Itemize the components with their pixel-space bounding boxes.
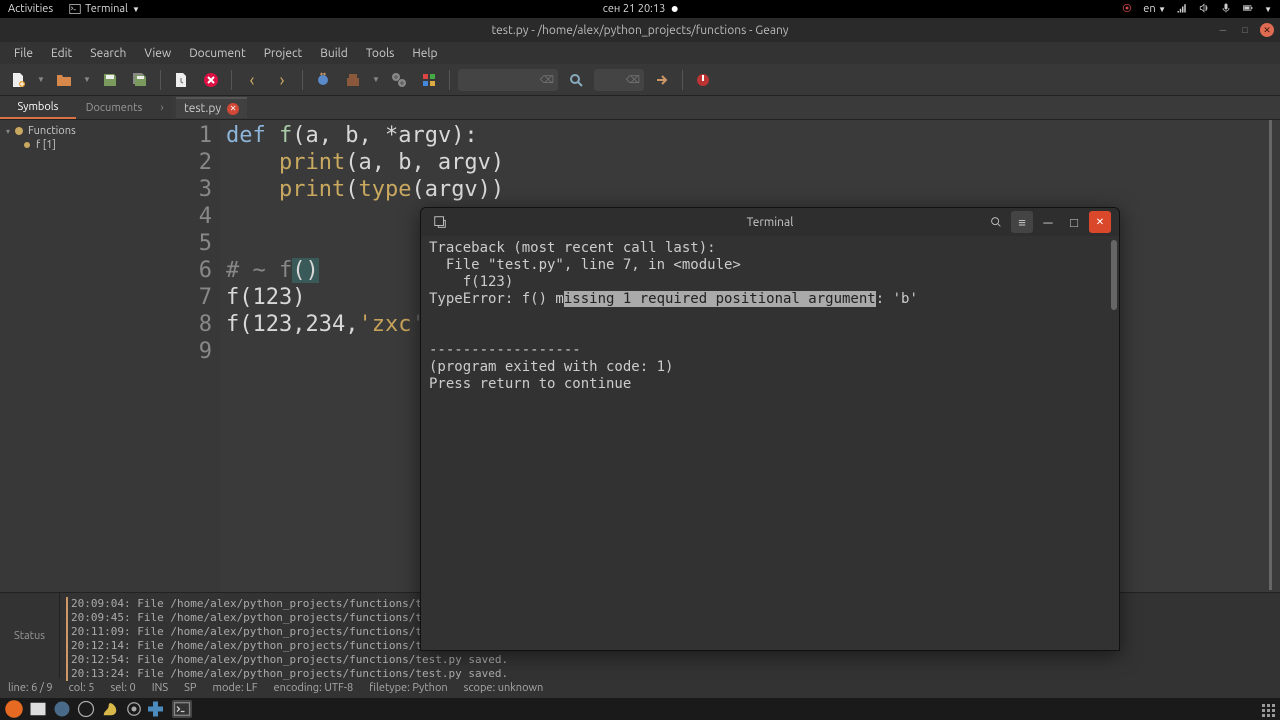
search-button[interactable] [564, 68, 588, 92]
dock-terminal[interactable] [172, 700, 192, 718]
terminal-window: Terminal ≡ ─ □ ✕ Traceback (most recent … [420, 207, 1120, 651]
status-sel: sel: 0 [111, 682, 136, 694]
lang-indicator[interactable]: en ▼ [1143, 3, 1166, 15]
new-dropdown[interactable]: ▼ [36, 75, 46, 84]
menu-project[interactable]: Project [256, 45, 311, 62]
mic-icon[interactable] [1220, 2, 1232, 17]
build-button[interactable] [341, 68, 365, 92]
dock-files[interactable] [28, 700, 48, 718]
dock-settings[interactable] [124, 700, 144, 718]
activities-button[interactable]: Activities [8, 3, 53, 15]
save-button[interactable] [98, 68, 122, 92]
sidebar: Symbols Documents › ▾ Functions f [1] [0, 96, 172, 592]
tab-symbols[interactable]: Symbols [0, 96, 76, 119]
menu-edit[interactable]: Edit [43, 45, 80, 62]
minimize-button[interactable]: ─ [1216, 23, 1230, 37]
color-chooser-button[interactable] [417, 68, 441, 92]
status-sp: SP [184, 682, 196, 694]
terminal-scrollbar[interactable] [1111, 240, 1117, 310]
dock-python[interactable] [148, 700, 168, 718]
dock-app3[interactable] [52, 700, 72, 718]
battery-icon[interactable] [1242, 2, 1254, 17]
clock[interactable]: сен 21 20:13 [603, 3, 666, 15]
dock [0, 698, 1280, 720]
goto-input[interactable]: ⌫ [594, 69, 644, 91]
compile-button[interactable] [311, 68, 335, 92]
network-icon[interactable] [1176, 2, 1188, 17]
menu-view[interactable]: View [136, 45, 179, 62]
dock-app4[interactable] [76, 700, 96, 718]
menu-help[interactable]: Help [404, 45, 445, 62]
terminal-menu-button[interactable]: ≡ [1011, 211, 1033, 233]
terminal-minimize[interactable]: ─ [1037, 211, 1059, 233]
terminal-title: Terminal [747, 216, 794, 229]
status-enc: encoding: UTF-8 [274, 682, 354, 694]
dock-app5[interactable] [100, 700, 120, 718]
terminal-close[interactable]: ✕ [1089, 211, 1111, 233]
terminal-menu[interactable]: Terminal ▼ [69, 3, 140, 15]
desktop-topbar: Activities Terminal ▼ сен 21 20:13 en ▼ … [0, 0, 1280, 18]
nav-fwd-button[interactable]: › [270, 68, 294, 92]
status-col: col: 5 [69, 682, 95, 694]
open-file-button[interactable] [52, 68, 76, 92]
revert-button[interactable] [169, 68, 193, 92]
close-tab-icon[interactable]: ✕ [227, 103, 239, 115]
terminal-search-button[interactable] [985, 211, 1007, 233]
tab-documents[interactable]: Documents [76, 96, 152, 119]
open-dropdown[interactable]: ▼ [82, 75, 92, 84]
menu-file[interactable]: File [6, 45, 41, 62]
screen-record-icon[interactable] [1121, 2, 1133, 17]
search-input[interactable]: ⌫ [458, 69, 558, 91]
status-scope: scope: unknown [464, 682, 544, 694]
tab-overflow[interactable]: › [152, 96, 172, 119]
menubar: File Edit Search View Document Project B… [0, 42, 1280, 64]
statusbar: line: 6 / 9 col: 5 sel: 0 INS SP mode: L… [0, 678, 1280, 698]
status-filetype: filetype: Python [369, 682, 448, 694]
close-file-button[interactable] [199, 68, 223, 92]
terminal-output[interactable]: Traceback (most recent call last): File … [421, 236, 1119, 650]
save-all-button[interactable] [128, 68, 152, 92]
dock-firefox[interactable] [4, 700, 24, 718]
toolbar: ▼ ▼ ‹ › ▼ ⌫ ⌫ [0, 64, 1280, 96]
nav-back-button[interactable]: ‹ [240, 68, 264, 92]
maximize-button[interactable]: □ [1238, 23, 1252, 37]
build-dropdown[interactable]: ▼ [371, 75, 381, 84]
menu-document[interactable]: Document [181, 45, 253, 62]
execute-button[interactable] [387, 68, 411, 92]
menu-tools[interactable]: Tools [358, 45, 403, 62]
status-line: line: 6 / 9 [8, 682, 53, 694]
status-tab[interactable]: Status [14, 630, 45, 642]
goto-button[interactable] [650, 68, 674, 92]
show-apps-button[interactable] [1262, 704, 1276, 718]
window-titlebar: test.py - /home/alex/python_projects/fun… [0, 18, 1280, 42]
status-ins: INS [152, 682, 168, 694]
volume-icon[interactable] [1198, 2, 1210, 17]
file-tab[interactable]: test.py ✕ [176, 97, 247, 118]
tree-functions[interactable]: ▾ Functions [4, 124, 168, 138]
tree-item-f[interactable]: f [1] [4, 138, 168, 152]
window-title: test.py - /home/alex/python_projects/fun… [491, 24, 788, 37]
new-tab-button[interactable] [429, 211, 451, 233]
close-button[interactable]: ✕ [1260, 23, 1274, 37]
line-gutter: 123456789 [172, 120, 220, 592]
menu-search[interactable]: Search [82, 45, 134, 62]
quit-button[interactable] [691, 68, 715, 92]
status-mode: mode: LF [212, 682, 257, 694]
terminal-maximize[interactable]: □ [1063, 211, 1085, 233]
new-file-button[interactable] [6, 68, 30, 92]
menu-build[interactable]: Build [312, 45, 356, 62]
